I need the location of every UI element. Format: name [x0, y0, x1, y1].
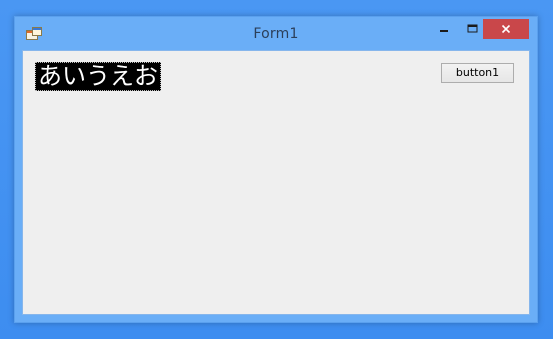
button1[interactable]: button1 — [441, 63, 514, 83]
maximize-icon — [467, 24, 477, 33]
title-bar[interactable]: Form1 — [15, 17, 537, 50]
minimize-button[interactable] — [431, 19, 457, 39]
form-client-area: あいうえお button1 — [22, 50, 530, 315]
maximize-button[interactable] — [459, 19, 485, 39]
form1-window: Form1 あいうえお button1 — [14, 16, 538, 323]
close-icon — [501, 24, 511, 34]
close-button[interactable] — [483, 19, 529, 39]
label1: あいうえお — [35, 62, 161, 91]
desktop-background: Form1 あいうえお button1 — [0, 0, 553, 339]
minimize-icon — [440, 30, 448, 32]
